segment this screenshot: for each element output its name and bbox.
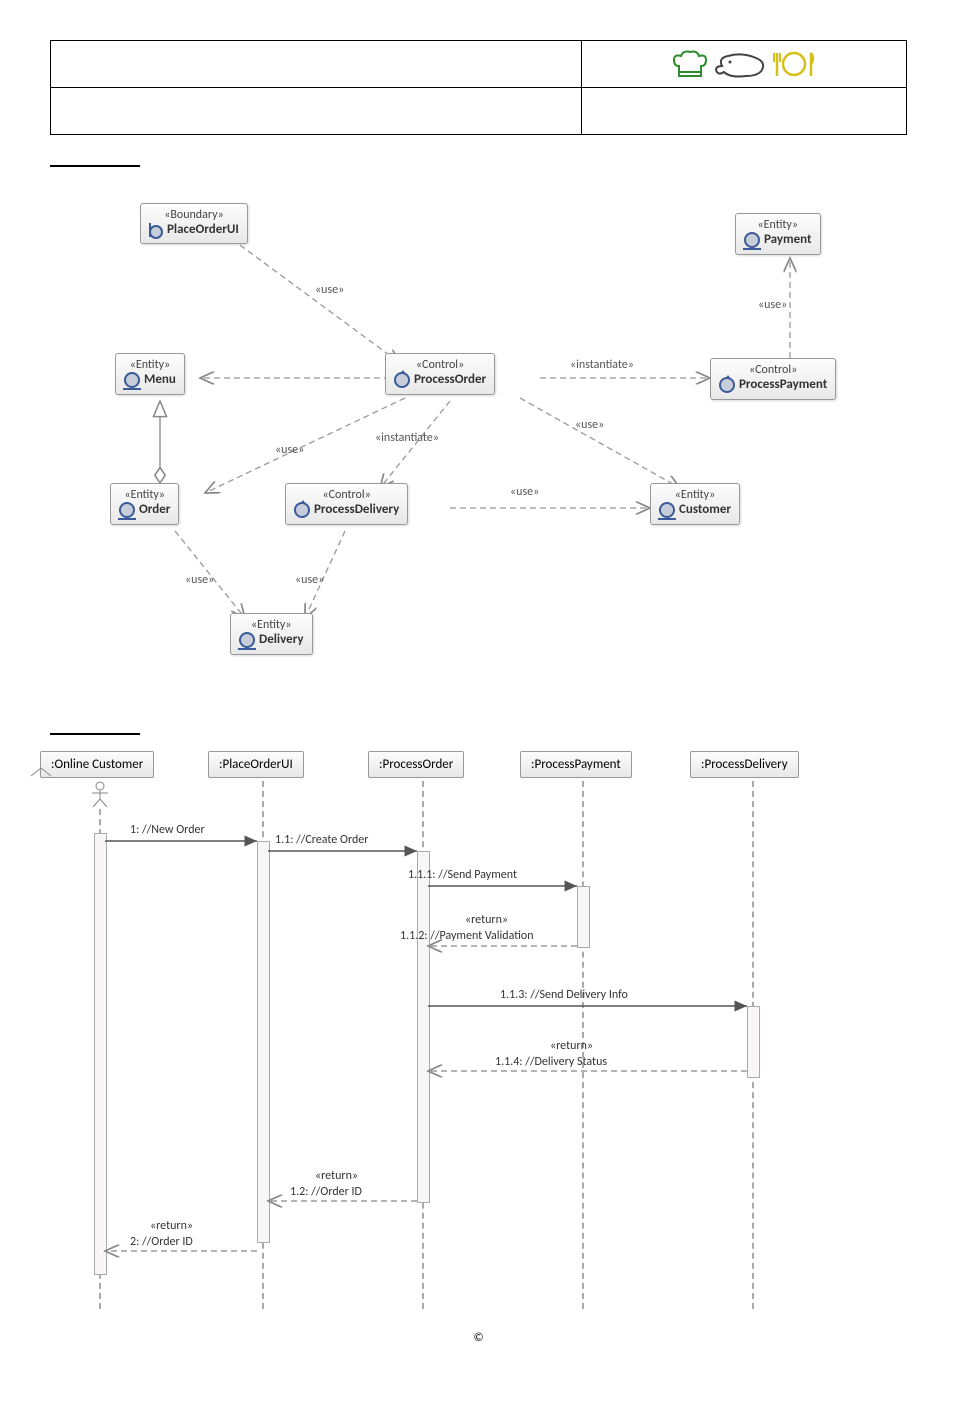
msg: «return» bbox=[150, 1219, 193, 1233]
msg: 1.1: //Create Order bbox=[275, 833, 368, 847]
uml-box-menu: «Entity» Menu bbox=[115, 353, 185, 395]
section1-underline bbox=[50, 165, 140, 167]
actor-icon bbox=[90, 781, 110, 809]
entity-icon bbox=[119, 502, 135, 518]
entity-icon bbox=[124, 372, 140, 388]
header-cell-2l bbox=[51, 88, 582, 135]
edge-lbl: «use» bbox=[315, 283, 344, 297]
control-icon bbox=[294, 502, 310, 518]
lifeline-box: :ProcessPayment bbox=[520, 751, 632, 778]
header-title bbox=[51, 41, 582, 88]
header-table bbox=[50, 40, 907, 135]
entity-icon bbox=[744, 232, 760, 248]
lifeline-box: :ProcessOrder bbox=[368, 751, 464, 778]
msg: 1.1.1: //Send Payment bbox=[408, 868, 517, 882]
msg: 1.1.4: //Delivery Status bbox=[495, 1055, 607, 1069]
uml-box-processdelivery: «Control» ProcessDelivery bbox=[285, 483, 408, 525]
msg: 1.1.2: //Payment Validation bbox=[400, 929, 534, 943]
uml-box-customer: «Entity» Customer bbox=[650, 483, 740, 525]
page: «use» «instantiate» «use» «use» «instant… bbox=[0, 0, 957, 1375]
lifeline-box: :ProcessDelivery bbox=[690, 751, 799, 778]
control-icon bbox=[394, 372, 410, 388]
lifeline-box: :Online Customer bbox=[40, 751, 154, 778]
msg: 1.2: //Order ID bbox=[290, 1185, 362, 1199]
activation-bar bbox=[747, 1006, 760, 1078]
footer-copyright: © bbox=[50, 1331, 907, 1375]
entity-icon bbox=[239, 632, 255, 648]
uml-box-order: «Entity» Order bbox=[110, 483, 179, 525]
edge-lbl: «use» bbox=[295, 573, 324, 587]
edge-lbl: «use» bbox=[510, 485, 539, 499]
edge-lbl: «use» bbox=[185, 573, 214, 587]
activation-bar bbox=[94, 833, 107, 1275]
lifeline-box: :PlaceOrderUI bbox=[208, 751, 304, 778]
activation-bar bbox=[257, 841, 270, 1243]
activation-bar bbox=[417, 851, 430, 1203]
header-logo-cell bbox=[581, 41, 906, 88]
uml-box-placeorderui: «Boundary» PlaceOrderUI bbox=[140, 203, 248, 244]
msg: 1: //New Order bbox=[130, 823, 205, 837]
msg: «return» bbox=[550, 1039, 593, 1053]
msg: «return» bbox=[315, 1169, 358, 1183]
uml-box-processorder: «Control» ProcessOrder bbox=[385, 353, 495, 395]
pig-icon bbox=[712, 48, 768, 80]
sequence-diagram: :Online Customer :PlaceOrderUI :ProcessO… bbox=[30, 751, 907, 1311]
utensils-icon bbox=[771, 48, 817, 80]
entity-icon bbox=[659, 502, 675, 518]
edge-lbl: «instantiate» bbox=[375, 431, 439, 445]
msg: 1.1.3: //Send Delivery Info bbox=[500, 988, 628, 1002]
msg: 2: //Order ID bbox=[130, 1235, 193, 1249]
header-cell-2r bbox=[581, 88, 906, 135]
edge-lbl: «use» bbox=[758, 298, 787, 312]
uml-box-payment: «Entity» Payment bbox=[735, 213, 821, 255]
uml-box-delivery: «Entity» Delivery bbox=[230, 613, 313, 655]
activation-bar bbox=[577, 886, 590, 948]
edge-lbl: «use» bbox=[575, 418, 604, 432]
uml-box-processpayment: «Control» ProcessPayment bbox=[710, 358, 836, 400]
chef-hat-icon bbox=[671, 48, 709, 80]
boundary-icon bbox=[149, 223, 163, 237]
edge-lbl: «use» bbox=[275, 443, 304, 457]
control-icon bbox=[719, 377, 735, 393]
msg: «return» bbox=[465, 913, 508, 927]
edge-lbl: «instantiate» bbox=[570, 358, 634, 372]
uc-realization-diagram: «use» «instantiate» «use» «use» «instant… bbox=[70, 183, 907, 703]
section2-underline bbox=[50, 733, 140, 735]
